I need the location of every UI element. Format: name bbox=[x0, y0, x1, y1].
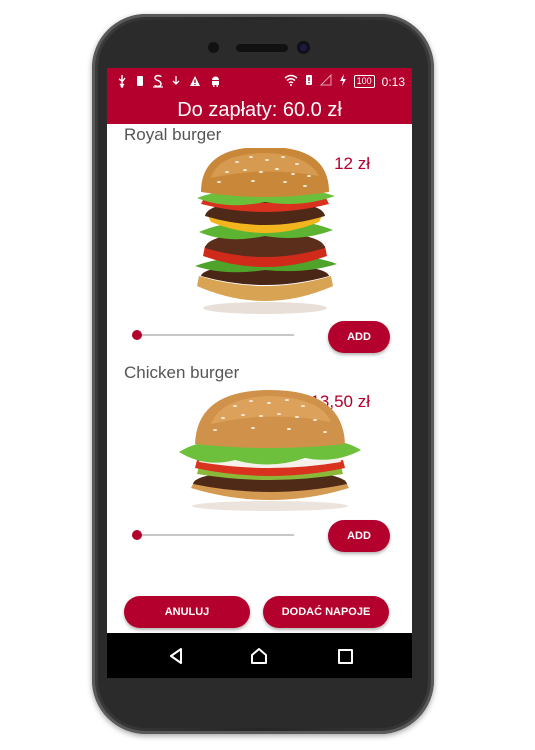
usb-icon bbox=[117, 74, 127, 91]
cancel-button[interactable]: ANULUJ bbox=[124, 596, 250, 628]
sim-icon bbox=[136, 75, 144, 90]
status-bar: 100 0:13 bbox=[107, 68, 412, 96]
earpiece-speaker bbox=[236, 44, 288, 52]
quantity-slider-royal[interactable] bbox=[132, 330, 142, 340]
no-sim-icon bbox=[305, 74, 313, 89]
status-time: 0:13 bbox=[381, 74, 405, 89]
android-icon bbox=[210, 75, 221, 90]
product-name-chicken: Chicken burger bbox=[124, 363, 240, 382]
front-camera bbox=[297, 41, 310, 54]
product-name-royal: Royal burger bbox=[124, 125, 222, 144]
battery-level: 100 bbox=[353, 75, 375, 88]
charging-icon bbox=[339, 74, 347, 89]
quantity-slider-track-royal bbox=[136, 334, 294, 336]
wifi-icon bbox=[284, 74, 298, 89]
chicken-burger-image bbox=[179, 390, 361, 511]
app-screen: 100 0:13 Do zapłaty: 60.0 zł Royal burge… bbox=[107, 68, 412, 678]
recent-apps-icon[interactable] bbox=[338, 649, 353, 664]
signal-icon bbox=[319, 73, 332, 89]
home-icon[interactable] bbox=[250, 647, 268, 665]
back-icon[interactable] bbox=[169, 648, 183, 664]
quantity-slider-chicken[interactable] bbox=[132, 530, 142, 540]
royal-burger-image bbox=[195, 148, 337, 314]
navigation-bar bbox=[107, 633, 412, 678]
warning-icon bbox=[189, 75, 201, 90]
s-icon bbox=[153, 74, 163, 91]
add-chicken-button[interactable]: ADD bbox=[328, 520, 390, 552]
add-royal-button[interactable]: ADD bbox=[328, 321, 390, 353]
total-header: Do zapłaty: 60.0 zł bbox=[107, 96, 412, 124]
status-icons-right: 100 0:13 bbox=[284, 73, 405, 89]
status-icons-left bbox=[117, 74, 221, 91]
add-drinks-button[interactable]: DODAĆ NAPOJE bbox=[263, 596, 389, 628]
quantity-slider-track-chicken bbox=[136, 534, 294, 536]
download-icon bbox=[172, 75, 180, 90]
proximity-sensor bbox=[208, 42, 219, 53]
